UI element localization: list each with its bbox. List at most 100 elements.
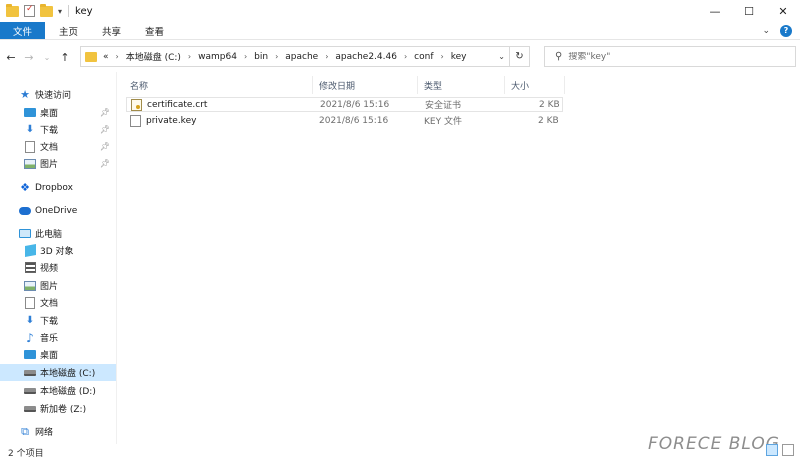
sidebar-item-this-pc[interactable]: 此电脑 [0, 225, 116, 242]
sidebar-item-desktop-pc[interactable]: 桌面 [0, 346, 116, 363]
column-divider[interactable] [312, 76, 313, 94]
breadcrumb-key[interactable]: key [451, 52, 467, 62]
download-icon: ⬇ [25, 124, 35, 135]
column-header-size[interactable]: 大小 [511, 78, 529, 92]
sidebar-item-label: 文档 [40, 143, 59, 153]
breadcrumb-separator[interactable]: › [441, 52, 444, 61]
forward-arrow-icon[interactable]: → [22, 51, 36, 64]
sidebar-item-pictures[interactable]: 图片 📌︎ [0, 155, 116, 172]
view-switcher [766, 444, 794, 456]
tab-view[interactable]: 查看 [133, 22, 176, 39]
search-icon: ⚲ [555, 51, 563, 62]
properties-icon[interactable] [24, 4, 35, 17]
details-view-icon[interactable] [766, 444, 778, 456]
cube-icon [24, 244, 36, 257]
breadcrumb-conf[interactable]: conf [414, 52, 433, 62]
drive-icon [24, 369, 36, 376]
breadcrumb-wamp64[interactable]: wamp64 [198, 52, 237, 62]
sidebar-item-onedrive[interactable]: OneDrive [0, 202, 116, 219]
sidebar-item-pictures-pc[interactable]: 图片 [0, 277, 116, 294]
help-icon[interactable]: ? [780, 24, 792, 37]
expand-ribbon-icon[interactable]: ⌄ [762, 26, 770, 36]
computer-icon [19, 229, 31, 238]
breadcrumb-apache[interactable]: apache [285, 52, 318, 62]
breadcrumb-bin[interactable]: bin [254, 52, 268, 62]
sidebar-item-label: 本地磁盘 (C:) [40, 369, 96, 379]
minimize-button[interactable]: — [698, 0, 732, 22]
maximize-button[interactable]: ☐ [732, 0, 766, 22]
sidebar-item-music[interactable]: ♪ 音乐 [0, 329, 116, 346]
file-date: 2021/8/6 15:16 [320, 99, 390, 110]
file-size: 2 KB [538, 115, 559, 126]
status-item-count: 2 个项目 [8, 449, 44, 459]
up-arrow-icon[interactable]: ↑ [58, 51, 72, 64]
breadcrumb-apache-version[interactable]: apache2.4.46 [335, 52, 397, 62]
column-divider[interactable] [564, 76, 565, 94]
column-header-name[interactable]: 名称 [130, 78, 148, 92]
dropbox-icon: ❖ [20, 181, 30, 194]
breadcrumb-separator[interactable]: › [404, 52, 407, 61]
breadcrumb-separator[interactable]: › [325, 52, 328, 61]
sidebar-item-3d-objects[interactable]: 3D 对象 [0, 242, 116, 259]
folder-icon [85, 51, 97, 62]
close-button[interactable]: ✕ [766, 0, 800, 22]
breadcrumb-drive-c[interactable]: 本地磁盘 (C:) [126, 50, 181, 63]
divider [68, 5, 70, 17]
sidebar-item-videos[interactable]: 视频 [0, 259, 116, 276]
sidebar-item-drive-c[interactable]: 本地磁盘 (C:) [0, 364, 116, 381]
breadcrumb-separator[interactable]: › [275, 52, 278, 61]
drive-icon [24, 387, 36, 394]
sidebar-item-label: 图片 [40, 282, 59, 292]
picture-icon [24, 158, 36, 169]
document-icon [25, 140, 35, 153]
customize-toolbar-icon[interactable]: ▾ [58, 7, 62, 16]
new-folder-icon[interactable] [40, 3, 53, 17]
sidebar-item-drive-d[interactable]: 本地磁盘 (D:) [0, 382, 116, 399]
sidebar-item-quick-access[interactable]: ★ 快速访问 [0, 86, 116, 103]
pin-icon: 📌︎ [99, 142, 110, 151]
drive-icon [24, 405, 36, 412]
sidebar-item-dropbox[interactable]: ❖ Dropbox [0, 179, 116, 196]
pin-icon: 📌︎ [99, 125, 110, 134]
table-row[interactable]: private.key 2021/8/6 15:16 KEY 文件 2 KB [126, 113, 563, 128]
navigation-pane: ★ 快速访问 桌面 📌︎ ⬇ 下载 📌︎ 文档 📌︎ 图片 📌︎ ❖ Dropb… [0, 72, 117, 444]
star-icon: ★ [20, 88, 30, 101]
search-input[interactable] [568, 51, 779, 62]
recent-locations-icon[interactable]: ⌄ [40, 53, 54, 62]
breadcrumb-separator[interactable]: › [188, 52, 191, 61]
column-divider[interactable] [417, 76, 418, 94]
tab-file[interactable]: 文件 [0, 22, 46, 39]
file-name: certificate.crt [147, 99, 208, 110]
breadcrumb-overflow[interactable]: « [103, 52, 109, 62]
ribbon-right: ⌄ ? [762, 22, 800, 39]
sidebar-item-network[interactable]: ⧉ 网络 [0, 423, 116, 440]
sidebar-item-label: 下载 [40, 317, 59, 327]
video-icon [24, 262, 36, 273]
address-bar[interactable]: « › 本地磁盘 (C:) › wamp64 › bin › apache › … [80, 46, 530, 67]
sidebar-item-downloads-pc[interactable]: ⬇ 下载 [0, 312, 116, 329]
table-row[interactable]: certificate.crt 2021/8/6 15:16 安全证书 2 KB [126, 97, 563, 112]
picture-icon [24, 280, 36, 291]
desktop-icon [24, 108, 36, 117]
column-divider[interactable] [504, 76, 505, 94]
title-bar: ▾ key — ☐ ✕ [0, 0, 800, 22]
certificate-icon [131, 98, 142, 111]
tab-home[interactable]: 主页 [47, 22, 90, 39]
sidebar-item-drive-z[interactable]: 新加卷 (Z:) [0, 400, 116, 417]
sidebar-item-label: 此电脑 [35, 230, 63, 240]
back-arrow-icon[interactable]: ← [4, 51, 18, 64]
pin-icon: 📌︎ [99, 159, 110, 168]
breadcrumb-separator[interactable]: › [244, 52, 247, 61]
tab-share[interactable]: 共享 [90, 22, 133, 39]
refresh-icon[interactable]: ↻ [509, 47, 529, 66]
sidebar-item-documents[interactable]: 文档 📌︎ [0, 138, 116, 155]
address-dropdown-icon[interactable]: ⌄ [498, 52, 505, 61]
sidebar-item-downloads[interactable]: ⬇ 下载 📌︎ [0, 121, 116, 138]
column-header-date[interactable]: 修改日期 [319, 78, 355, 92]
sidebar-item-desktop[interactable]: 桌面 📌︎ [0, 104, 116, 121]
quick-access-toolbar: ▾ key [6, 3, 93, 17]
search-box[interactable]: ⚲ [544, 46, 796, 67]
sidebar-item-documents-pc[interactable]: 文档 [0, 294, 116, 311]
column-header-type[interactable]: 类型 [424, 78, 442, 92]
large-icons-view-icon[interactable] [782, 444, 794, 456]
